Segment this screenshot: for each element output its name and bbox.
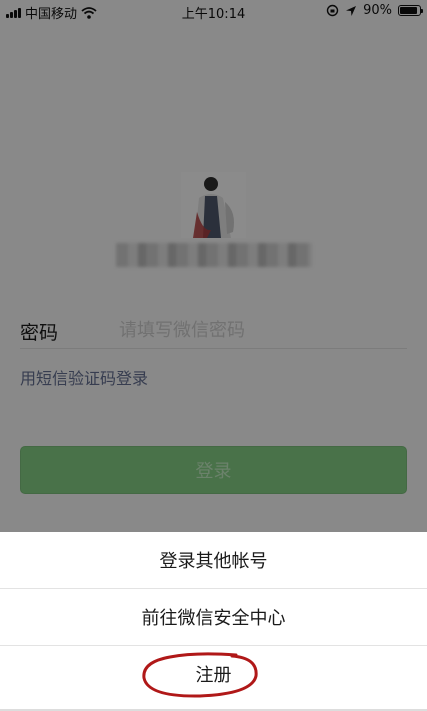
security-center-button[interactable]: 前往微信安全中心 — [0, 589, 427, 645]
login-other-account-button[interactable]: 登录其他帐号 — [0, 532, 427, 588]
handdrawn-circle-annotation — [142, 652, 258, 698]
action-sheet: 登录其他帐号 前往微信安全中心 注册 — [0, 532, 427, 711]
